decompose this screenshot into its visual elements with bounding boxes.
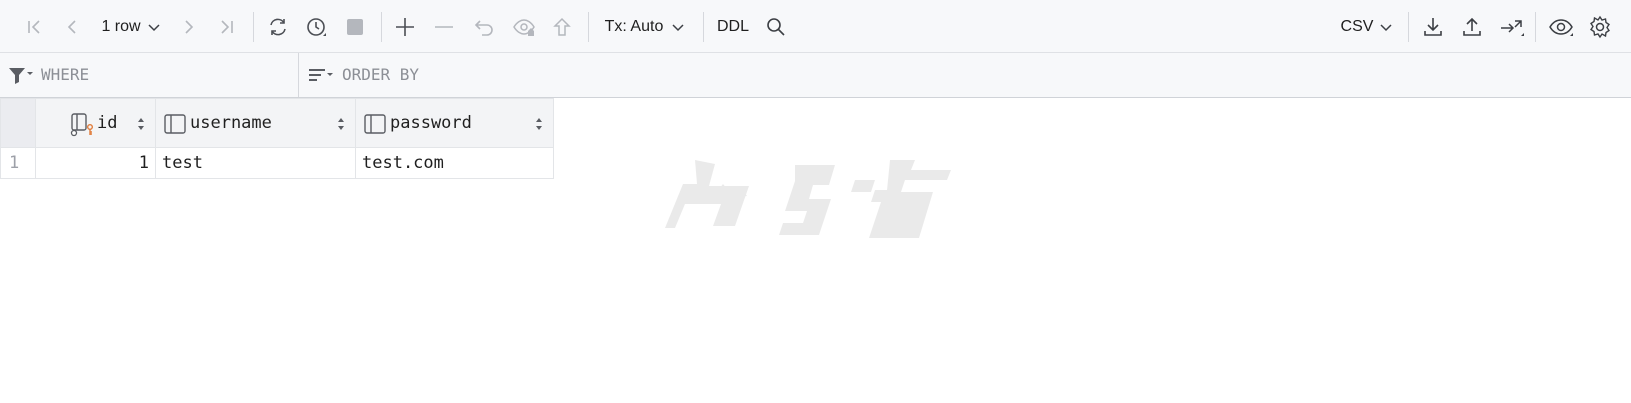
cell-password[interactable]: test.com — [355, 147, 554, 179]
sort-icon[interactable] — [136, 117, 146, 131]
row-number: 1 — [0, 147, 36, 179]
column-icon — [164, 113, 186, 139]
preview-icon[interactable] — [510, 0, 538, 53]
delete-row-icon[interactable] — [431, 0, 457, 53]
next-page-icon[interactable] — [177, 0, 201, 53]
sort-icon[interactable] — [534, 117, 544, 131]
where-placeholder: WHERE — [41, 65, 90, 84]
filter-icon — [8, 66, 34, 91]
row-count-label: 1 row — [101, 17, 141, 35]
filter-divider — [298, 53, 299, 97]
column-name-id: id — [97, 113, 118, 133]
chevron-down-icon — [1380, 23, 1392, 31]
tx-mode-dropdown[interactable]: Tx: Auto — [603, 0, 687, 53]
chevron-down-icon — [672, 23, 684, 31]
watermark-logo — [665, 160, 951, 238]
column-icon — [364, 113, 386, 139]
order-by-input[interactable]: ORDER BY — [342, 53, 942, 97]
ddl-label: DDL — [716, 17, 749, 35]
compare-icon[interactable] — [1497, 0, 1527, 53]
order-by-placeholder: ORDER BY — [342, 65, 420, 84]
submit-icon[interactable] — [549, 0, 575, 53]
toolbar-separator — [1535, 12, 1536, 42]
table-row[interactable]: 1 1 test test.com — [0, 147, 554, 179]
column-name-password: password — [390, 113, 472, 133]
header-row: id username password — [0, 98, 554, 148]
column-header-id[interactable]: id — [35, 98, 156, 148]
upload-icon[interactable] — [1459, 0, 1485, 53]
column-name-username: username — [190, 113, 272, 133]
search-icon[interactable] — [764, 0, 788, 53]
download-icon[interactable] — [1420, 0, 1446, 53]
prev-page-icon[interactable] — [60, 0, 84, 53]
toolbar-separator — [253, 12, 254, 42]
toolbar-separator — [588, 12, 589, 42]
row-number-header — [0, 98, 36, 148]
export-format-dropdown[interactable]: CSV — [1339, 0, 1395, 53]
toolbar-separator — [1408, 12, 1409, 42]
cell-id[interactable]: 1 — [35, 147, 156, 179]
primary-key-column-icon — [70, 112, 94, 142]
toolbar-separator — [703, 12, 704, 42]
sort-order-icon — [307, 66, 335, 91]
toolbar-separator — [381, 12, 382, 42]
cell-username[interactable]: test — [155, 147, 356, 179]
ddl-button[interactable]: DDL — [716, 0, 750, 53]
tx-mode-label: Tx: Auto — [604, 17, 664, 35]
revert-icon[interactable] — [471, 0, 497, 53]
toolbar: 1 row Tx: Auto DDL CSV — [0, 0, 1631, 53]
settings-icon[interactable] — [1586, 0, 1614, 53]
sort-icon[interactable] — [336, 117, 346, 131]
last-page-icon[interactable] — [215, 0, 239, 53]
refresh-icon[interactable] — [265, 0, 291, 53]
view-icon[interactable] — [1546, 0, 1576, 53]
export-format-label: CSV — [1340, 17, 1374, 35]
filter-bar: WHERE ORDER BY — [0, 53, 1631, 98]
row-count-dropdown[interactable]: 1 row — [98, 0, 164, 53]
history-icon[interactable] — [303, 0, 329, 53]
add-row-icon[interactable] — [392, 0, 418, 53]
result-grid: id username password 1 1 test test.com — [0, 98, 554, 179]
chevron-down-icon — [148, 23, 160, 31]
stop-icon[interactable] — [343, 0, 367, 53]
first-page-icon[interactable] — [22, 0, 46, 53]
where-input[interactable]: WHERE — [41, 53, 291, 97]
column-header-password[interactable]: password — [355, 98, 554, 148]
column-header-username[interactable]: username — [155, 98, 356, 148]
